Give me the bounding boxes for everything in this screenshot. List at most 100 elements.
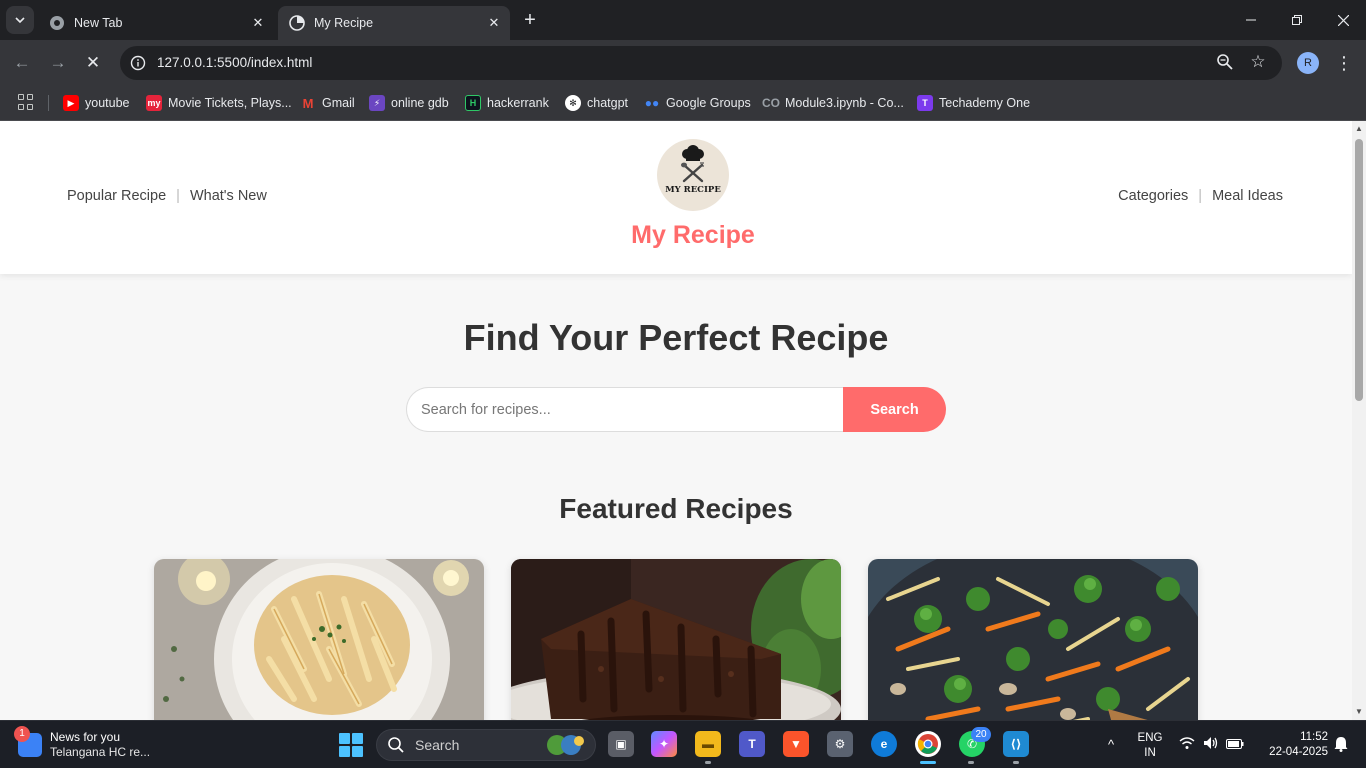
hero-title: Find Your Perfect Recipe bbox=[463, 317, 889, 358]
new-tab-button[interactable]: + bbox=[518, 8, 542, 32]
bookmark-google-groups[interactable]: ●● Google Groups bbox=[644, 86, 751, 120]
brave-icon[interactable]: ▼ bbox=[783, 731, 809, 757]
bookmarks-separator bbox=[48, 95, 49, 111]
nav-left: Popular Recipe | What's New bbox=[67, 188, 267, 204]
bookmark-gmail[interactable]: M Gmail bbox=[300, 86, 355, 120]
teams-icon[interactable]: T bbox=[739, 731, 765, 757]
featured-recipes-title: Featured Recipes bbox=[559, 493, 793, 524]
news-widget-icon: 1 bbox=[14, 726, 42, 757]
tab-my-recipe[interactable]: My Recipe ✕ bbox=[278, 6, 510, 40]
forward-button[interactable]: → bbox=[43, 48, 73, 78]
nav-right: Categories | Meal Ideas bbox=[1118, 188, 1283, 204]
bookmarks-bar: ▶ youtube my Movie Tickets, Plays... M G… bbox=[0, 86, 1366, 121]
windows-taskbar: 1 News for you Telangana HC re... Search… bbox=[0, 720, 1366, 768]
url-text[interactable]: 127.0.0.1:5500/index.html bbox=[157, 46, 312, 80]
bookmark-label: chatgpt bbox=[587, 96, 629, 110]
stop-loading-button[interactable]: ✕ bbox=[78, 48, 108, 78]
wifi-icon[interactable] bbox=[1178, 736, 1196, 754]
browser-toolbar: ← → ✕ 127.0.0.1:5500/index.html ☆ R ⋮ bbox=[0, 40, 1366, 86]
input-language[interactable]: ENG IN bbox=[1134, 731, 1166, 761]
site-info-icon[interactable] bbox=[128, 53, 148, 73]
close-window-button[interactable] bbox=[1320, 0, 1366, 40]
site-logo[interactable]: MY RECIPE bbox=[657, 139, 729, 211]
windows-start-icon[interactable] bbox=[339, 733, 363, 757]
tab-search-button[interactable] bbox=[6, 6, 34, 34]
pasta-image bbox=[154, 559, 484, 720]
bookmark-label: Gmail bbox=[322, 96, 355, 110]
vscode-icon[interactable]: ⟨⟩ bbox=[1003, 731, 1029, 757]
bookmark-youtube[interactable]: ▶ youtube bbox=[63, 86, 129, 120]
bookmark-techademy[interactable]: T Techademy One bbox=[917, 86, 1030, 120]
file-explorer-icon[interactable]: ▬ bbox=[695, 731, 721, 757]
system-clock[interactable]: 11:52 22-04-2025 bbox=[1256, 730, 1328, 760]
recipe-card-stir-fry[interactable] bbox=[868, 559, 1198, 720]
close-tab-icon[interactable]: ✕ bbox=[484, 13, 504, 33]
bookmark-colab[interactable]: CO Module3.ipynb - Co... bbox=[762, 86, 904, 120]
bookmark-label: hackerrank bbox=[487, 96, 549, 110]
site-title: My Recipe bbox=[631, 221, 755, 249]
scroll-up-arrow-icon[interactable]: ▲ bbox=[1355, 125, 1363, 133]
close-tab-icon[interactable]: ✕ bbox=[248, 13, 268, 33]
scroll-down-arrow-icon[interactable]: ▼ bbox=[1355, 708, 1363, 716]
restore-icon bbox=[1292, 15, 1302, 25]
onlinegdb-icon: ⚡ bbox=[369, 95, 385, 111]
apps-grid-icon[interactable] bbox=[18, 94, 34, 110]
bookmark-online-gdb[interactable]: ⚡ online gdb bbox=[369, 86, 449, 120]
news-widget[interactable]: 1 News for you Telangana HC re... bbox=[14, 726, 150, 763]
tab-title: New Tab bbox=[74, 16, 123, 30]
copilot-icon[interactable]: ✦ bbox=[651, 731, 677, 757]
logo-text: MY RECIPE bbox=[665, 185, 721, 195]
app-active-indicator bbox=[920, 761, 936, 764]
battery-icon[interactable] bbox=[1226, 736, 1244, 754]
search-button[interactable]: Search bbox=[843, 387, 946, 432]
scrollbar-thumb[interactable] bbox=[1355, 139, 1363, 401]
stir-fry-image bbox=[868, 559, 1198, 720]
edge-icon[interactable]: e bbox=[871, 731, 897, 757]
news-title: News for you bbox=[50, 730, 121, 744]
taskbar-search[interactable]: Search bbox=[376, 729, 596, 761]
app-running-indicator bbox=[1013, 761, 1019, 764]
page-scrollbar[interactable]: ▲ ▼ bbox=[1352, 121, 1366, 720]
bookmark-star-icon[interactable]: ☆ bbox=[1248, 52, 1268, 72]
browser-menu-icon[interactable]: ⋮ bbox=[1334, 50, 1354, 76]
bookmyshow-icon: my bbox=[146, 95, 162, 111]
bookmark-chatgpt[interactable]: ✻ chatgpt bbox=[565, 86, 628, 120]
profile-avatar[interactable]: R bbox=[1297, 52, 1319, 74]
bookmark-label: online gdb bbox=[391, 96, 449, 110]
tab-new-tab[interactable]: New Tab ✕ bbox=[38, 6, 274, 40]
nav-categories[interactable]: Categories bbox=[1118, 188, 1188, 204]
zoom-icon[interactable] bbox=[1216, 53, 1236, 73]
chrome-icon bbox=[49, 15, 65, 31]
address-bar[interactable]: 127.0.0.1:5500/index.html ☆ bbox=[120, 46, 1282, 80]
search-icon bbox=[388, 737, 404, 753]
back-button[interactable]: ← bbox=[7, 48, 37, 78]
gmail-icon: M bbox=[302, 95, 314, 111]
notification-bell-icon[interactable] bbox=[1332, 736, 1350, 754]
bookmark-hackerrank[interactable]: H hackerrank bbox=[465, 86, 549, 120]
arrow-right-icon: → bbox=[49, 53, 67, 72]
recipe-card-chocolate-cake[interactable] bbox=[511, 559, 841, 720]
tab-strip: New Tab ✕ My Recipe ✕ + bbox=[0, 0, 1366, 40]
bookmark-label: Google Groups bbox=[666, 96, 751, 110]
chevron-down-icon bbox=[15, 17, 25, 24]
chatgpt-icon: ✻ bbox=[565, 95, 581, 111]
recipe-card-pasta[interactable] bbox=[154, 559, 484, 720]
bookmark-movie-tickets[interactable]: my Movie Tickets, Plays... bbox=[146, 86, 292, 120]
chrome-icon[interactable] bbox=[915, 731, 941, 757]
restore-button[interactable] bbox=[1274, 0, 1320, 40]
task-view-icon[interactable]: ▣ bbox=[608, 731, 634, 757]
clock-time: 11:52 bbox=[1300, 731, 1328, 743]
minimize-button[interactable] bbox=[1228, 0, 1274, 40]
nav-whats-new[interactable]: What's New bbox=[190, 188, 267, 204]
volume-icon[interactable] bbox=[1202, 736, 1220, 754]
tray-overflow-chevron-icon[interactable]: ^ bbox=[1102, 736, 1120, 754]
language-code: ENG bbox=[1137, 732, 1163, 744]
region-code: IN bbox=[1144, 747, 1156, 759]
tab-title: My Recipe bbox=[314, 16, 374, 30]
close-icon bbox=[1337, 14, 1349, 26]
nav-meal-ideas[interactable]: Meal Ideas bbox=[1212, 188, 1283, 204]
nav-popular-recipe[interactable]: Popular Recipe bbox=[67, 188, 166, 204]
settings-gear-icon[interactable]: ⚙ bbox=[827, 731, 853, 757]
chef-hat-icon bbox=[681, 145, 704, 183]
recipe-search-input[interactable] bbox=[406, 387, 866, 432]
